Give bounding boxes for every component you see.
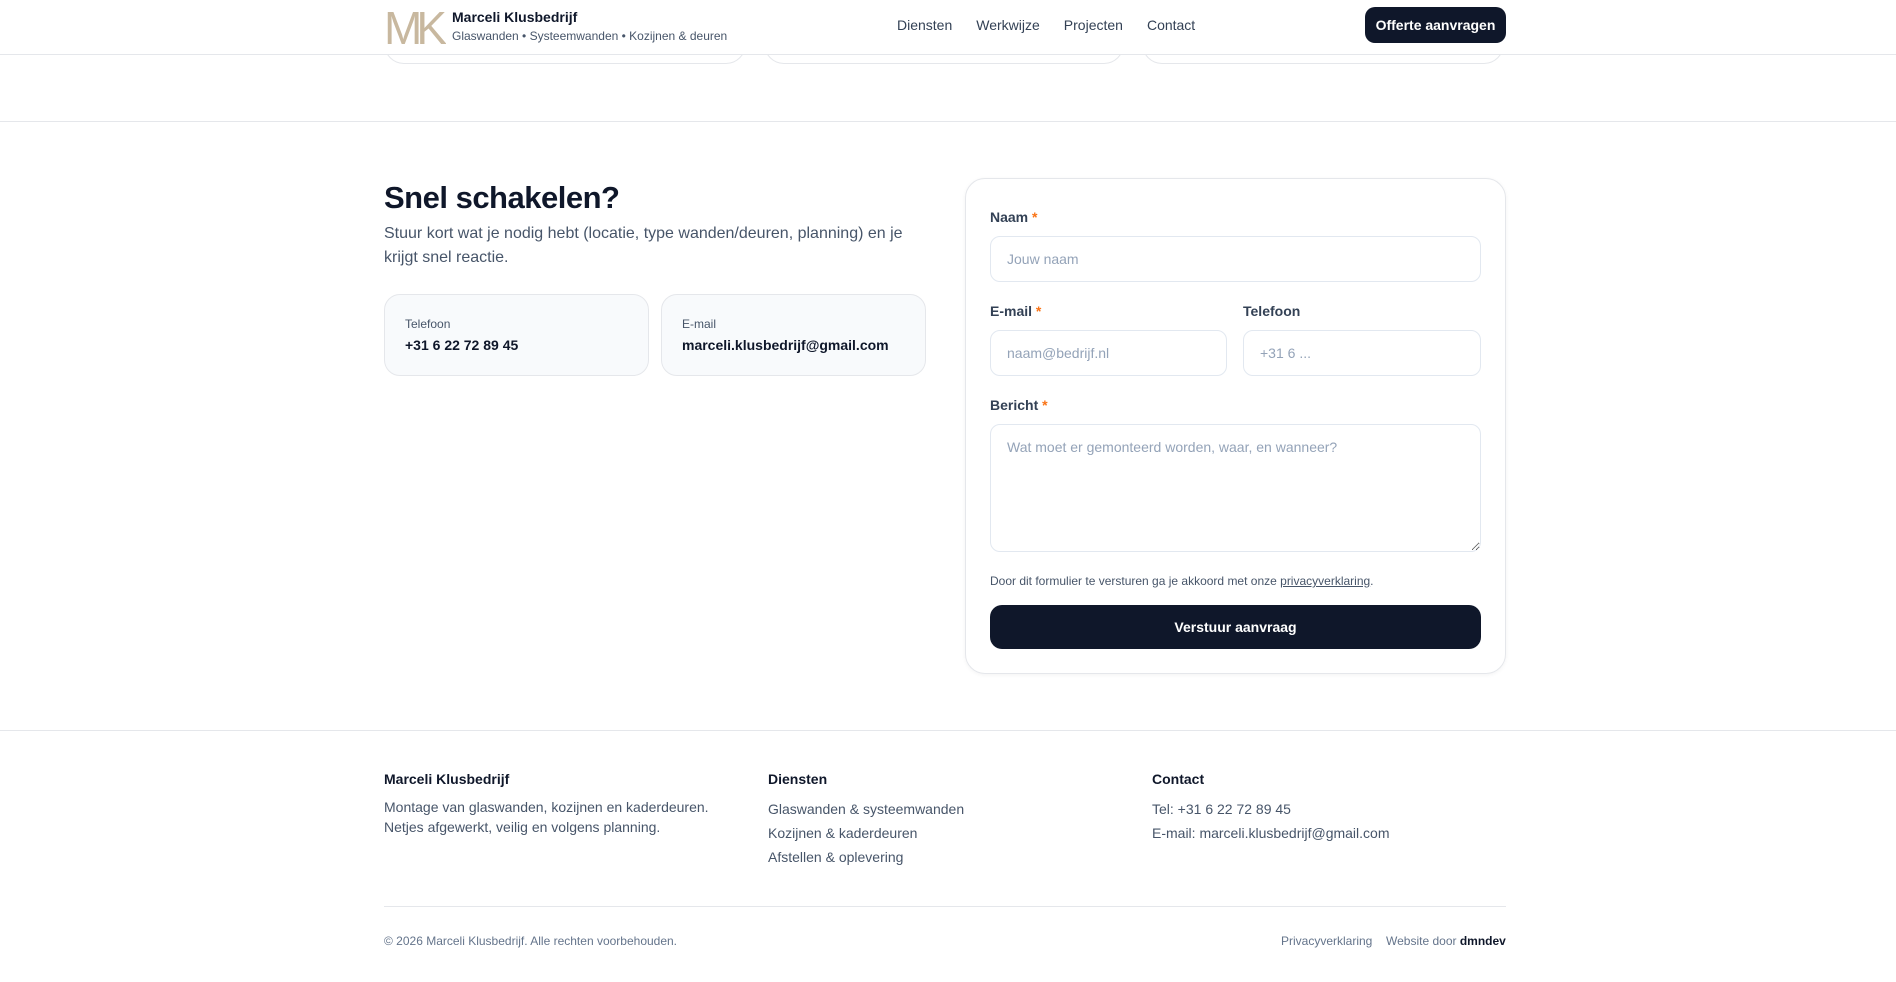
email-input[interactable] [990, 330, 1227, 376]
message-label: Bericht * [990, 397, 1048, 413]
footer-divider [0, 730, 1896, 731]
footer-about: Marceli Klusbedrijf Montage van glaswand… [384, 771, 744, 837]
email-card-value[interactable]: marceli.klusbedrijf@gmail.com [682, 337, 905, 353]
brand-name[interactable]: Marceli Klusbedrijf [452, 9, 577, 25]
name-input[interactable] [990, 236, 1481, 282]
footer-contact-phone[interactable]: Tel: +31 6 22 72 89 45 [1152, 797, 1390, 821]
footer-about-text: Montage van glaswanden, kozijnen en kade… [384, 799, 709, 835]
brand-logo[interactable]: MK [384, 6, 446, 46]
phone-card-value[interactable]: +31 6 22 72 89 45 [405, 337, 628, 353]
consent-text: Door dit formulier te versturen ga je ak… [990, 574, 1374, 588]
nav-werkwijze[interactable]: Werkwijze [976, 17, 1040, 33]
message-textarea[interactable] [990, 424, 1481, 552]
footer-credit[interactable]: Website door dmndev [1386, 934, 1506, 948]
footer-contact: Contact Tel: +31 6 22 72 89 45 E-mail: m… [1152, 771, 1390, 845]
footer-services: Diensten Glaswanden & systeemwanden Kozi… [768, 771, 964, 869]
nav-projecten[interactable]: Projecten [1064, 17, 1123, 33]
email-label: E-mail * [990, 303, 1042, 319]
required-mark: * [1035, 303, 1042, 319]
brand-tagline: Glaswanden • Systeemwanden • Kozijnen & … [452, 29, 728, 43]
contact-lead: Stuur kort wat je nodig hebt (locatie, t… [384, 225, 903, 266]
copyright: © 2026 Marceli Klusbedrijf. Alle rechten… [384, 934, 678, 948]
name-label: Naam * [990, 209, 1038, 225]
section-divider [0, 121, 1896, 122]
phone-card[interactable]: Telefoon +31 6 22 72 89 45 [384, 294, 649, 376]
footer-about-title: Marceli Klusbedrijf [384, 771, 510, 787]
email-card[interactable]: E-mail marceli.klusbedrijf@gmail.com [661, 294, 926, 376]
footer-contact-email[interactable]: E-mail: marceli.klusbedrijf@gmail.com [1152, 821, 1390, 845]
required-mark: * [1032, 209, 1038, 225]
main-nav: Diensten Werkwijze Projecten Contact [897, 17, 1195, 33]
footer-contact-title: Contact [1152, 771, 1205, 787]
required-mark: * [1042, 397, 1048, 413]
site-header: MK Marceli Klusbedrijf Glaswanden • Syst… [0, 0, 1896, 55]
phone-input[interactable] [1243, 330, 1481, 376]
footer-service-link[interactable]: Afstellen & oplevering [768, 845, 964, 869]
contact-form: Naam * E-mail * Telefoon Bericht * Door … [965, 178, 1506, 674]
email-card-label: E-mail [682, 317, 717, 331]
privacy-link[interactable]: privacyverklaring [1280, 574, 1370, 588]
phone-card-label: Telefoon [405, 317, 451, 331]
footer-service-link[interactable]: Glaswanden & systeemwanden [768, 797, 964, 821]
submit-button[interactable]: Verstuur aanvraag [990, 605, 1481, 649]
svg-text:MK: MK [384, 6, 446, 46]
footer-service-link[interactable]: Kozijnen & kaderdeuren [768, 821, 964, 845]
contact-title: Snel schakelen? [384, 180, 620, 215]
footer-privacy-link[interactable]: Privacyverklaring [1281, 934, 1372, 948]
nav-contact[interactable]: Contact [1147, 17, 1195, 33]
credit-name[interactable]: dmndev [1460, 934, 1506, 948]
phone-label: Telefoon [1243, 303, 1301, 319]
nav-diensten[interactable]: Diensten [897, 17, 952, 33]
offerte-button[interactable]: Offerte aanvragen [1365, 7, 1506, 43]
footer-services-title: Diensten [768, 771, 828, 787]
footer-bottom-divider [384, 906, 1506, 907]
